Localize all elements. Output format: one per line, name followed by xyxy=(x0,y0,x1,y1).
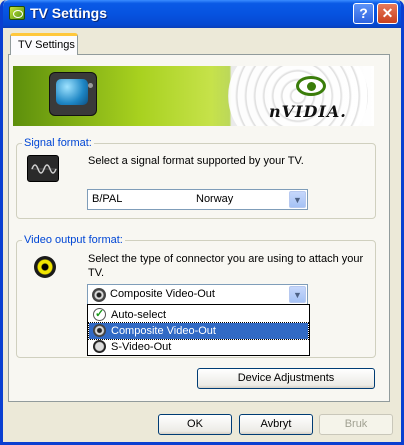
signal-format-description: Select a signal format supported by your… xyxy=(88,155,304,167)
video-output-selected: Composite Video-Out xyxy=(110,288,215,300)
signal-format-legend: Signal format: xyxy=(22,137,94,149)
cancel-button[interactable]: Avbryt xyxy=(239,414,313,435)
nvidia-app-icon xyxy=(9,6,25,20)
title-bar[interactable]: TV Settings ? ✕ xyxy=(3,0,401,28)
signal-country-value: Norway xyxy=(196,193,234,205)
rca-connector-icon xyxy=(34,256,56,278)
dropdown-option-auto-select[interactable]: Auto-select xyxy=(89,306,308,323)
dropdown-option-label: Auto-select xyxy=(111,309,167,321)
video-output-combobox[interactable]: Composite Video-Out ▼ xyxy=(87,284,308,305)
nvidia-banner: nVIDIA. xyxy=(13,66,374,126)
video-output-dropdown-list: Auto-select Composite Video-Out S-Video-… xyxy=(87,304,310,356)
chevron-down-icon[interactable]: ▼ xyxy=(289,191,306,208)
video-output-legend: Video output format: xyxy=(22,234,125,246)
chevron-down-icon[interactable]: ▼ xyxy=(289,286,306,303)
nvidia-eye-logo xyxy=(296,76,326,96)
dropdown-option-label: S-Video-Out xyxy=(111,341,172,353)
tab-tv-settings[interactable]: TV Settings xyxy=(10,33,78,55)
television-icon xyxy=(49,72,97,116)
svideo-connector-icon xyxy=(93,340,106,353)
device-adjustments-button[interactable]: Device Adjustments xyxy=(197,368,375,389)
signal-format-value: B/PAL xyxy=(92,193,123,205)
dropdown-option-label: Composite Video-Out xyxy=(111,325,216,337)
composite-connector-icon xyxy=(92,288,106,302)
close-button[interactable]: ✕ xyxy=(377,3,398,24)
dropdown-option-svideo[interactable]: S-Video-Out xyxy=(89,339,308,355)
video-output-description: Select the type of connector you are usi… xyxy=(88,253,364,279)
signal-wave-icon xyxy=(27,155,59,182)
window-title: TV Settings xyxy=(30,5,108,21)
auto-check-icon xyxy=(93,306,106,322)
tv-screen xyxy=(56,79,88,105)
tv-knob xyxy=(88,83,93,88)
help-button[interactable]: ? xyxy=(353,3,374,24)
dropdown-option-composite[interactable]: Composite Video-Out xyxy=(88,322,309,340)
apply-button[interactable]: Bruk xyxy=(319,414,393,435)
nvidia-wordmark: nVIDIA. xyxy=(269,102,347,121)
composite-connector-icon xyxy=(93,324,106,337)
signal-format-combobox[interactable]: B/PAL Norway ▼ xyxy=(87,189,308,210)
ok-button[interactable]: OK xyxy=(158,414,232,435)
